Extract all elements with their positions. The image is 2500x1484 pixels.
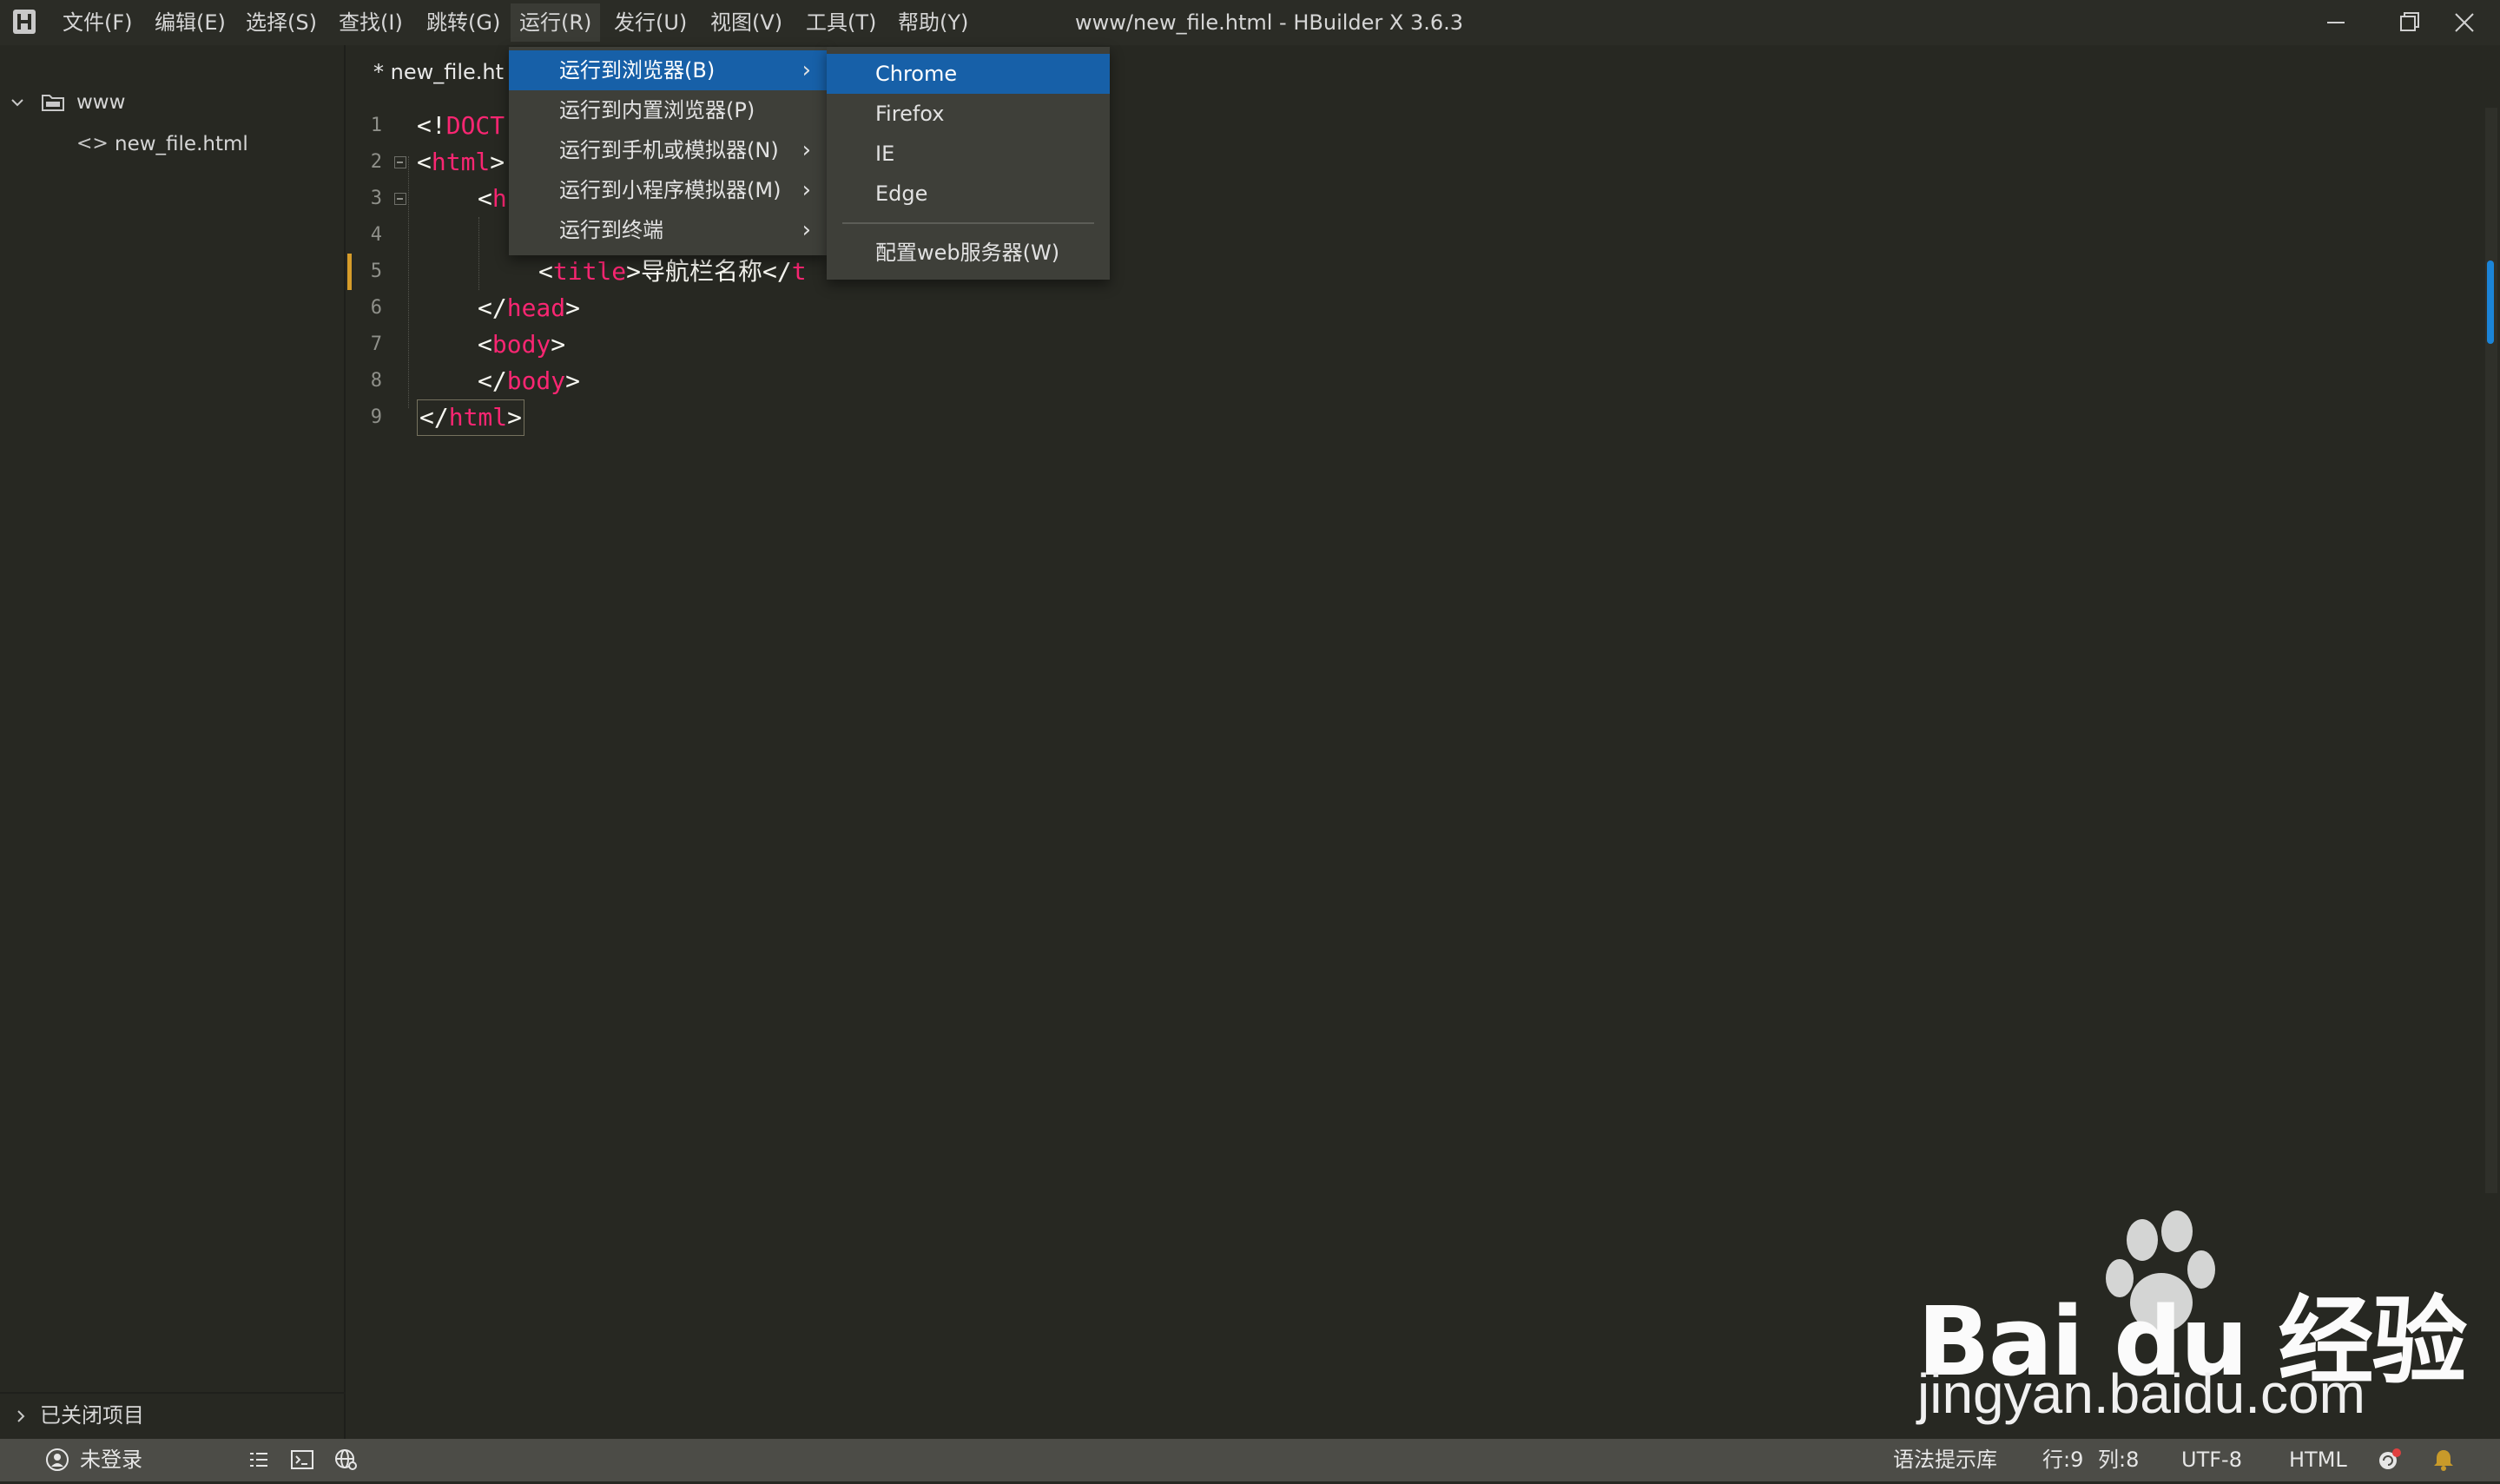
code-line-5[interactable]: <title>导航栏名称</t (538, 254, 807, 290)
outline-list-icon[interactable] (247, 1448, 271, 1472)
menu-publish[interactable]: 发行(U) (605, 3, 696, 42)
menu-item-label: 运行到手机或模拟器(N) (559, 138, 779, 162)
menu-separator (842, 222, 1094, 224)
chevron-right-icon: › (801, 137, 811, 163)
code-line-1[interactable]: <!DOCT (417, 108, 505, 144)
menu-find[interactable]: 查找(I) (330, 3, 412, 42)
menu-item-label: 运行到内置浏览器(P) (559, 98, 755, 122)
code-tag: t (791, 257, 807, 286)
code-tag: h (491, 184, 507, 213)
code-tag: html (431, 148, 491, 176)
menu-edit[interactable]: 编辑(E) (146, 3, 234, 42)
config-web-server-item[interactable]: 配置web服务器(W) (827, 233, 1110, 273)
menu-item-label: 运行到小程序模拟器(M) (559, 178, 782, 202)
chevron-right-icon: › (801, 57, 811, 83)
bell-icon[interactable] (2431, 1448, 2456, 1472)
line-number: 5 (370, 261, 382, 282)
menu-tools[interactable]: 工具(T) (797, 3, 885, 42)
menu-file[interactable]: 文件(F) (54, 3, 142, 42)
chevron-right-icon[interactable] (16, 1409, 26, 1423)
code-tag: body (506, 366, 566, 395)
code-tag: DOCT (445, 111, 505, 140)
syntax-library[interactable]: 语法提示库 (1893, 1439, 1997, 1481)
code-line-9[interactable]: </html> (417, 399, 525, 436)
code-punct: </ (762, 257, 792, 286)
code-line-3[interactable]: <h (478, 181, 507, 217)
close-icon[interactable] (2428, 0, 2500, 45)
code-punct: <! (417, 111, 446, 140)
code-tag: html (448, 403, 508, 432)
chevron-right-icon: › (801, 217, 811, 243)
closed-projects-label: 已关闭项目 (40, 1403, 144, 1428)
line-number: 9 (370, 406, 382, 428)
code-line-2[interactable]: <html> (417, 144, 505, 181)
terminal-icon[interactable] (290, 1448, 314, 1472)
window-title: www/new_file.html - HBuilder X 3.6.3 (1075, 10, 1464, 35)
browser-chrome-item[interactable]: Chrome (827, 54, 1110, 94)
language-mode[interactable]: HTML (2289, 1439, 2347, 1481)
line-number: 1 (370, 115, 382, 136)
user-avatar-icon[interactable] (45, 1448, 69, 1472)
chevron-down-icon[interactable] (10, 96, 24, 109)
code-line-8[interactable]: </body> (478, 363, 580, 399)
indent-guide (408, 156, 410, 408)
run-to-miniprogram-item[interactable]: 运行到小程序模拟器(M) › (509, 170, 827, 210)
menu-help[interactable]: 帮助(Y) (889, 3, 977, 42)
line-number: 2 (370, 151, 382, 173)
line-number: 3 (370, 188, 382, 209)
browser-ie-item[interactable]: IE (827, 134, 1110, 174)
code-line-7[interactable]: <body> (478, 326, 565, 363)
browser-edge-item[interactable]: Edge (827, 174, 1110, 214)
browser-firefox-item[interactable]: Firefox (827, 94, 1110, 134)
closed-projects-section[interactable]: 已关闭项目 (0, 1392, 346, 1437)
hbuilder-logo-icon (13, 10, 36, 34)
run-to-terminal-item[interactable]: 运行到终端 › (509, 210, 827, 250)
editor-scrollbar-thumb[interactable] (2487, 261, 2494, 344)
login-status[interactable]: 未登录 (80, 1439, 142, 1481)
menu-item-label: 运行到浏览器(B) (559, 58, 716, 82)
code-tag: body (491, 330, 551, 359)
run-to-browser-item[interactable]: 运行到浏览器(B) › (509, 50, 827, 90)
html-file-icon: <> (76, 133, 109, 155)
indent-guide (478, 217, 480, 290)
folder-icon (42, 95, 64, 111)
menu-run[interactable]: 运行(R) (511, 3, 601, 42)
file-encoding[interactable]: UTF-8 (2181, 1439, 2242, 1481)
code-text: 导航栏名称 (641, 257, 763, 286)
menu-goto[interactable]: 跳转(G) (418, 3, 509, 42)
line-number: 7 (370, 333, 382, 355)
menu-item-label: 运行到终端 (559, 218, 663, 242)
run-menu-dropdown: 运行到浏览器(B) › 运行到内置浏览器(P) 运行到手机或模拟器(N) › 运… (509, 47, 827, 255)
code-line-6[interactable]: </head> (478, 290, 580, 326)
code-tag: title (552, 257, 627, 286)
browser-submenu: Chrome Firefox IE Edge 配置web服务器(W) (827, 47, 1110, 280)
title-bar: 文件(F) 编辑(E) 选择(S) 查找(I) 跳转(G) 运行(R) 发行(U… (0, 0, 2500, 45)
project-explorer: www <> new_file.html 已关闭项目 (0, 45, 346, 1474)
run-to-builtin-browser-item[interactable]: 运行到内置浏览器(P) (509, 90, 827, 130)
watermark-url: jingyan.baidu.com (1917, 1362, 2365, 1425)
file-name: new_file.html (115, 133, 248, 155)
cursor-row[interactable]: 行:9 (2042, 1439, 2083, 1481)
code-tag: head (506, 294, 566, 322)
fold-toggle-icon[interactable] (394, 156, 406, 168)
menu-select[interactable]: 选择(S) (237, 3, 326, 42)
fold-toggle-icon[interactable] (394, 193, 406, 205)
chevron-right-icon: › (801, 177, 811, 203)
cursor-col[interactable]: 列:8 (2098, 1439, 2139, 1481)
update-notification-icon[interactable] (2378, 1448, 2402, 1472)
tab-new-file[interactable]: * new_file.ht (361, 50, 517, 94)
line-number: 8 (370, 370, 382, 392)
line-number: 4 (370, 224, 382, 246)
browser-preview-icon[interactable] (333, 1448, 358, 1472)
run-to-phone-item[interactable]: 运行到手机或模拟器(N) › (509, 130, 827, 170)
project-name: www (76, 91, 126, 114)
menu-view[interactable]: 视图(V) (702, 3, 791, 42)
minimize-icon[interactable] (2299, 0, 2372, 45)
line-number: 6 (370, 297, 382, 319)
status-bar: 未登录 语法提示库 行:9 列:8 UTF-8 HTML (0, 1439, 2500, 1481)
